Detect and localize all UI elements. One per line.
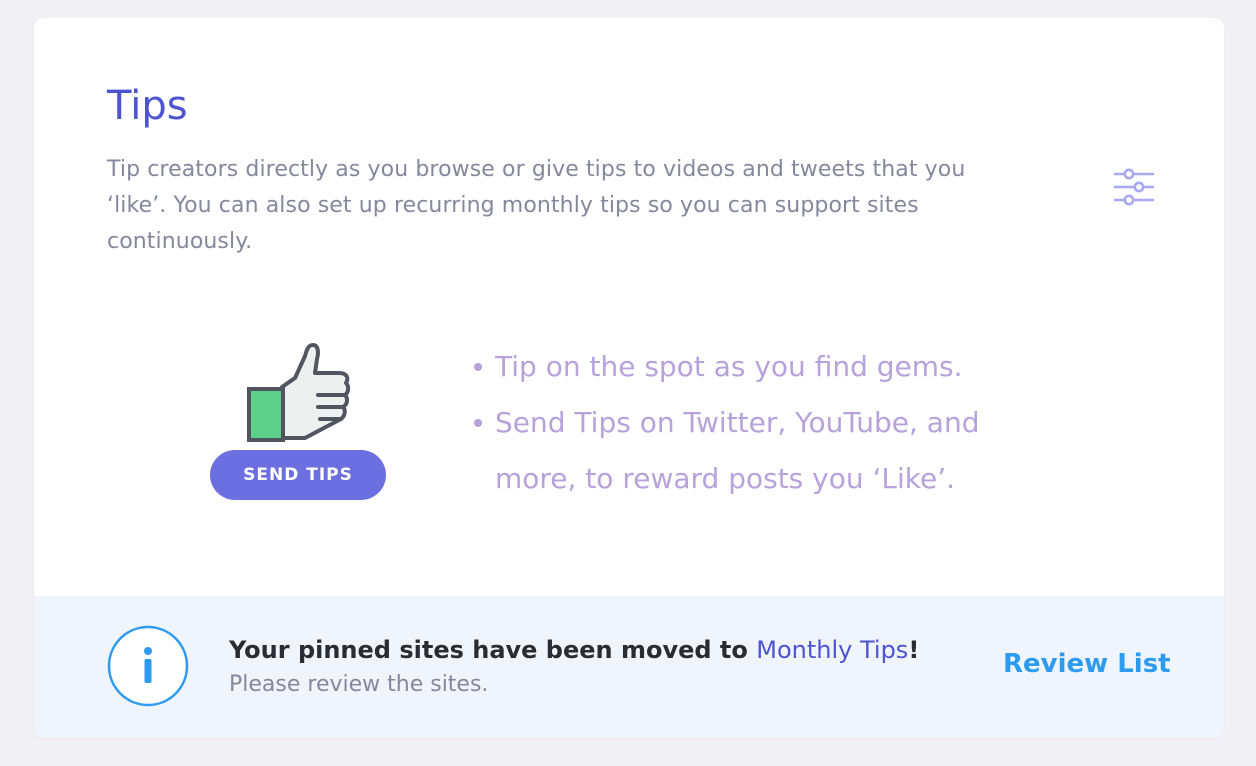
bullet-dot: [474, 363, 482, 371]
thumbs-up-icon: [247, 343, 351, 442]
list-item: Send Tips on Twitter, YouTube, and more,…: [470, 395, 1060, 507]
sliders-icon: [1113, 168, 1155, 206]
review-list-button[interactable]: Review List: [1003, 644, 1171, 684]
settings-button[interactable]: [1112, 166, 1156, 210]
notice-message-prefix: Your pinned sites have been moved to: [229, 636, 757, 664]
notice-message-suffix: !: [908, 636, 920, 664]
notice-message: Your pinned sites have been moved to Mon…: [229, 632, 949, 668]
list-item-text: Send Tips on Twitter, YouTube, and more,…: [495, 406, 980, 495]
notice-text: Your pinned sites have been moved to Mon…: [229, 632, 949, 702]
tips-card: Tips Tip creators directly as you browse…: [34, 18, 1224, 738]
pinned-sites-notice: Your pinned sites have been moved to Mon…: [34, 596, 1224, 738]
send-tips-illustration: SEND TIPS: [210, 340, 390, 502]
send-tips-button[interactable]: SEND TIPS: [210, 450, 386, 500]
monthly-tips-link[interactable]: Monthly Tips: [756, 636, 908, 664]
feature-list: Tip on the spot as you find gems. Send T…: [470, 339, 1060, 507]
bullet-dot: [474, 419, 482, 427]
notice-subtext: Please review the sites.: [229, 672, 489, 697]
card-description: Tip creators directly as you browse or g…: [107, 157, 966, 254]
card-title: Tips: [107, 83, 188, 129]
info-icon: [107, 625, 189, 707]
list-item-text: Tip on the spot as you find gems.: [495, 350, 963, 383]
list-item: Tip on the spot as you find gems.: [470, 339, 1060, 395]
